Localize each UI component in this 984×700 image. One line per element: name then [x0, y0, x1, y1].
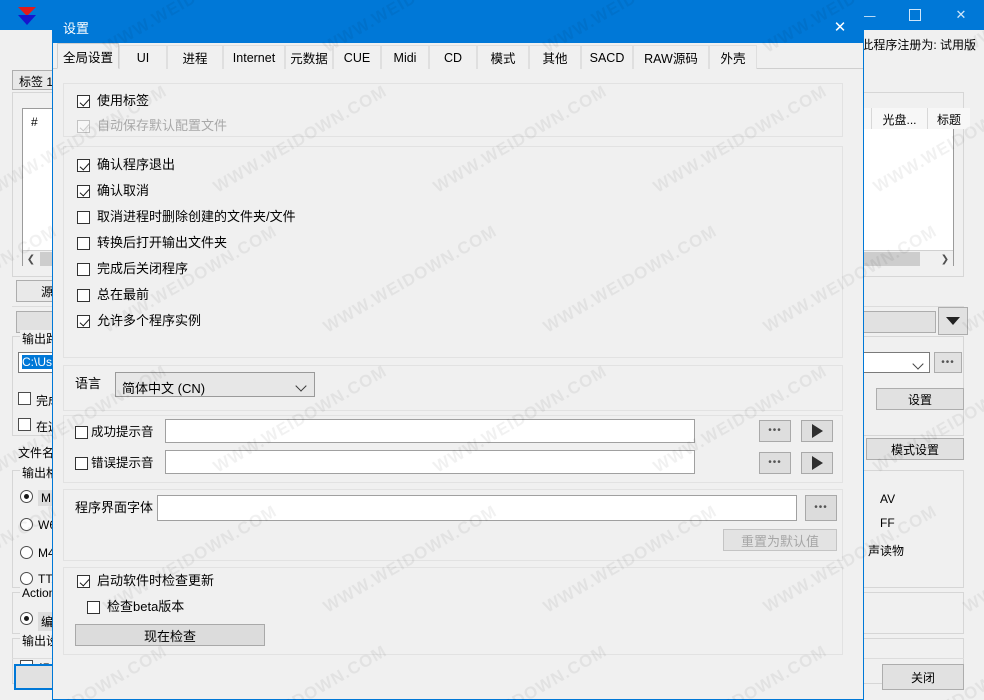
- success-sound-label: 成功提示音: [91, 425, 154, 439]
- tab-global[interactable]: 全局设置: [57, 43, 119, 69]
- format-radio-3[interactable]: [20, 572, 33, 585]
- close-after-done-label: 完成后关闭程序: [97, 261, 189, 276]
- language-value: 简体中文 (CN): [122, 381, 206, 396]
- screen: XRE — ✕ 此程序注册为: 试用版 标签 1 # .. 光盘... 标题 ❮…: [0, 0, 984, 700]
- tab-cue[interactable]: CUE: [333, 45, 381, 69]
- tab-ui[interactable]: UI: [119, 45, 167, 69]
- allow-multi-instance-checkbox[interactable]: [77, 315, 90, 328]
- success-sound-input[interactable]: [165, 419, 695, 443]
- action-radio-0[interactable]: [20, 612, 33, 625]
- output-path-browse-button[interactable]: •••: [934, 352, 962, 373]
- format-radio-0[interactable]: [20, 490, 33, 503]
- tab-other[interactable]: 其他: [529, 45, 581, 69]
- dropdown-arrow-button[interactable]: [938, 307, 968, 335]
- play-icon: [811, 456, 823, 470]
- main-close-button[interactable]: 关闭: [882, 664, 964, 690]
- confirm-exit-label: 确认程序退出: [97, 157, 176, 172]
- check-beta-checkbox[interactable]: [87, 601, 100, 614]
- open-output-folder-label: 转换后打开输出文件夹: [97, 235, 228, 250]
- output-path-value: C:\Us: [22, 355, 52, 369]
- play-icon: [811, 424, 823, 438]
- tab-midi[interactable]: Midi: [381, 45, 429, 69]
- mode-settings-button[interactable]: 模式设置: [866, 438, 964, 460]
- settings-button[interactable]: 设置: [876, 388, 964, 410]
- confirm-cancel-checkbox[interactable]: [77, 185, 90, 198]
- settings-dialog-body: 全局设置 UI 进程 Internet 元数据 CUE Midi CD 模式 其…: [53, 43, 863, 699]
- confirm-cancel-label: 确认取消: [97, 183, 150, 198]
- always-on-top-checkbox[interactable]: [77, 289, 90, 302]
- scroll-right-icon[interactable]: ❯: [937, 251, 953, 267]
- autosave-profile-label: 自动保存默认配置文件: [97, 118, 228, 133]
- delete-on-cancel-label: 取消进程时删除创建的文件夹/文件: [97, 209, 296, 224]
- check-update-startup-checkbox[interactable]: [77, 575, 90, 588]
- settings-tabstrip: 全局设置 UI 进程 Internet 元数据 CUE Midi CD 模式 其…: [53, 43, 863, 69]
- ui-font-label: 程序界面字体: [75, 500, 154, 515]
- file-list-col-hash: #: [31, 115, 38, 129]
- maximize-icon[interactable]: [892, 0, 938, 30]
- registration-status: 此程序注册为: 试用版: [861, 38, 976, 52]
- ui-font-input[interactable]: [157, 495, 797, 521]
- tab-cd[interactable]: CD: [429, 45, 477, 69]
- open-output-folder-checkbox[interactable]: [77, 237, 90, 250]
- tab-process[interactable]: 进程: [167, 45, 223, 69]
- allow-multi-instance-label: 允许多个程序实例: [97, 313, 202, 328]
- success-sound-checkbox[interactable]: [75, 426, 88, 439]
- settings-dialog-titlebar: 设置 ✕: [53, 11, 863, 43]
- opt-exists-checkbox[interactable]: [18, 418, 31, 431]
- language-label: 语言: [75, 376, 102, 391]
- chevron-down-icon: [946, 317, 960, 325]
- right-label-2: 声读物: [868, 544, 905, 558]
- tab-metadata[interactable]: 元数据: [285, 45, 333, 69]
- column-header-1[interactable]: 光盘...: [872, 108, 928, 129]
- close-icon[interactable]: ✕: [938, 0, 984, 30]
- always-on-top-label: 总在最前: [97, 287, 150, 302]
- settings-dialog: 设置 ✕ 全局设置 UI 进程 Internet 元数据 CUE Midi CD…: [52, 10, 864, 700]
- output-path-combo[interactable]: [862, 352, 930, 373]
- delete-on-cancel-checkbox[interactable]: [77, 211, 90, 224]
- tab-raw[interactable]: RAW源码: [633, 45, 709, 69]
- column-header-2[interactable]: 标题: [928, 108, 970, 129]
- format-radio-2[interactable]: [20, 546, 33, 559]
- ui-font-browse-button[interactable]: •••: [805, 495, 837, 521]
- autosave-profile-checkbox[interactable]: [77, 120, 90, 133]
- confirm-exit-checkbox[interactable]: [77, 159, 90, 172]
- close-icon[interactable]: ✕: [817, 11, 863, 43]
- error-sound-checkbox[interactable]: [75, 457, 88, 470]
- close-after-done-checkbox[interactable]: [77, 263, 90, 276]
- tab-internet[interactable]: Internet: [223, 45, 285, 69]
- tab-sacd[interactable]: SACD: [581, 45, 633, 69]
- error-sound-play-button[interactable]: [801, 452, 833, 474]
- settings-dialog-title: 设置: [63, 21, 90, 36]
- language-select[interactable]: 简体中文 (CN): [115, 372, 315, 397]
- right-label-0: AV: [880, 492, 896, 506]
- check-now-button[interactable]: 现在检查: [75, 624, 265, 646]
- use-tabs-checkbox[interactable]: [77, 95, 90, 108]
- error-sound-input[interactable]: [165, 450, 695, 474]
- tab-shell[interactable]: 外壳: [709, 45, 757, 69]
- success-sound-browse-button[interactable]: •••: [759, 420, 791, 442]
- use-tabs-label: 使用标签: [97, 93, 150, 108]
- tab-mode[interactable]: 模式: [477, 45, 529, 69]
- chevron-down-icon: [295, 380, 307, 392]
- opt-complete-checkbox[interactable]: [18, 392, 31, 405]
- error-sound-browse-button[interactable]: •••: [759, 452, 791, 474]
- app-logo-icon: [12, 6, 50, 25]
- scroll-left-icon[interactable]: ❮: [23, 251, 39, 267]
- success-sound-play-button[interactable]: [801, 420, 833, 442]
- reset-font-button[interactable]: 重置为默认值: [723, 529, 837, 551]
- check-update-startup-label: 启动软件时检查更新: [97, 573, 215, 588]
- chevron-down-icon: [912, 358, 924, 370]
- right-label-1: FF: [880, 516, 895, 530]
- format-radio-1[interactable]: [20, 518, 33, 531]
- filename-label: 文件名: [18, 446, 55, 460]
- error-sound-label: 错误提示音: [91, 456, 154, 470]
- check-beta-label: 检查beta版本: [107, 599, 185, 614]
